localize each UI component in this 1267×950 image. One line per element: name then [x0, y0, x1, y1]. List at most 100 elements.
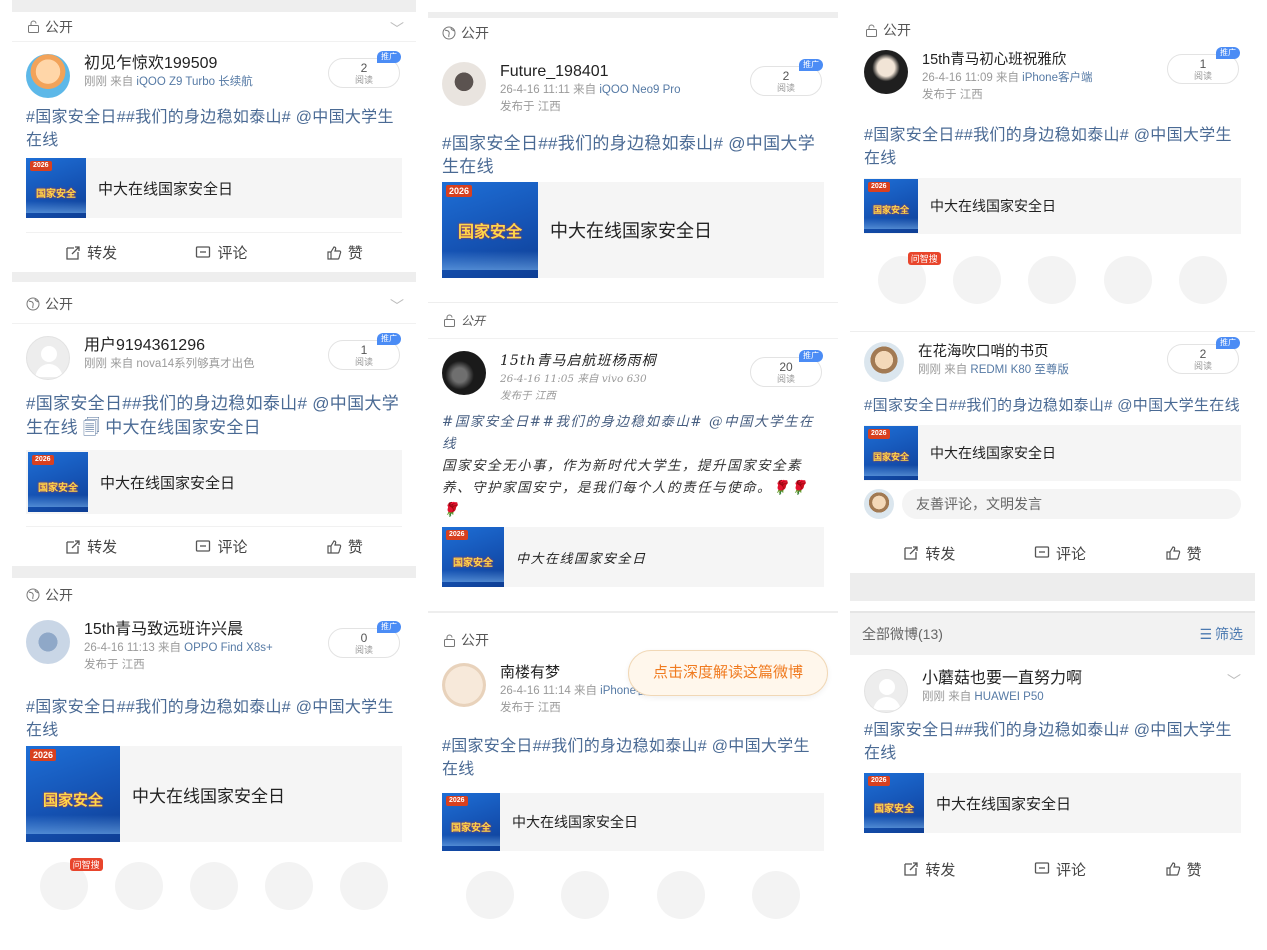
globe-icon — [442, 26, 456, 40]
forward-button[interactable]: 转发 — [65, 242, 117, 263]
thumbs-up-icon — [327, 245, 342, 260]
comment-button[interactable]: 评论 — [1034, 859, 1086, 880]
moments-share-button[interactable] — [561, 871, 610, 919]
link-card[interactable]: 2026 国家安全 中大在线国家安全日 — [864, 425, 1241, 481]
post-body[interactable]: #国家安全日##我们的身边稳如泰山# @中国大学生在线 — [864, 124, 1241, 170]
lock-icon — [442, 314, 456, 328]
save-image-button[interactable] — [340, 862, 389, 910]
forward-icon — [66, 245, 80, 260]
post-card[interactable]: 小蘑菇也要一直努力啊 刚刚 来自 HUAWEI P50 ﹀ #国家安全日##我们… — [850, 655, 1255, 889]
link-card[interactable]: 2026 国家安全 中大在线国家安全日 — [26, 158, 402, 218]
link-title: 中大在线国家安全日 — [516, 551, 647, 567]
chevron-down-icon[interactable]: ﹀ — [390, 296, 404, 316]
forward-button[interactable]: 转发 — [903, 859, 955, 880]
link-card[interactable]: 2026 国家安全 中大在线国家安全日 — [26, 450, 402, 514]
post-body[interactable]: #国家安全日##我们的身边稳如泰山# @中国大学生在线 — [442, 132, 824, 178]
like-button[interactable]: 赞 — [1165, 543, 1202, 564]
read-count-badge: 推广 2 阅读 — [328, 51, 401, 88]
link-thumbnail: 2026 国家安全 — [864, 179, 918, 233]
post-card[interactable]: 公开 15th青马启航班杨雨桐 26-4-16 11:05 来自 vivo 63… — [428, 302, 838, 587]
wechat-share-button[interactable] — [953, 256, 1002, 304]
save-image-button[interactable] — [1179, 256, 1228, 304]
like-button[interactable]: 赞 — [326, 242, 363, 263]
device-link[interactable]: iQOO Neo9 Pro — [599, 84, 680, 96]
username[interactable]: 小蘑菇也要一直努力啊 — [922, 669, 1241, 689]
post-card[interactable]: 公开 Future_198401 26-4-16 11:11 来自 iQOO N… — [428, 18, 838, 278]
comment-button[interactable]: 评论 — [195, 536, 248, 557]
avatar[interactable] — [26, 620, 70, 664]
search-share-button[interactable]: 问智搜 — [877, 252, 941, 304]
visibility-row: 公开 ﹀ — [12, 284, 416, 324]
post-body[interactable]: #国家安全日##我们的身边稳如泰山# @中国大学生在线 🗐 中大在线国家安全日 — [26, 392, 402, 440]
link-card[interactable]: 2026 国家安全 中大在线国家安全日 — [442, 527, 824, 587]
comment-button[interactable]: 评论 — [1034, 543, 1086, 564]
comment-button[interactable]: 评论 — [195, 242, 248, 263]
save-image-button[interactable] — [752, 871, 801, 919]
wechat-share-button[interactable] — [465, 871, 514, 919]
post-body[interactable]: #国家安全日##我们的身边稳如泰山# @中国大学生在线 — [26, 106, 402, 152]
avatar[interactable] — [864, 50, 908, 94]
visibility-label: 公开 — [461, 632, 489, 648]
promo-badge[interactable]: 推广 — [1216, 337, 1240, 349]
post-card[interactable]: 公开 ﹀ 初见乍惊欢199509 刚刚 来自 iQOO Z9 Turbo 长续航… — [12, 12, 416, 272]
link-card[interactable]: 2026 国家安全 中大在线国家安全日 — [26, 746, 402, 842]
post-card[interactable]: 公开 15th青马致远班许兴晨 26-4-16 11:13 来自 OPPO Fi… — [12, 578, 416, 916]
visibility-label: 公开 — [461, 314, 486, 328]
divider — [12, 0, 416, 12]
qq-share-button[interactable] — [1103, 256, 1152, 304]
promo-badge[interactable]: 推广 — [377, 51, 401, 63]
lock-icon — [864, 23, 878, 37]
visibility-label: 公开 — [45, 18, 73, 35]
moments-share-button[interactable] — [189, 862, 238, 910]
device-link[interactable]: HUAWEI P50 — [974, 691, 1043, 703]
post-card[interactable]: 公开 ﹀ 用户9194361296 刚刚 来自 nova14系列够真才出色 推广… — [12, 284, 416, 566]
like-button[interactable]: 赞 — [326, 536, 363, 557]
promo-badge[interactable]: 推广 — [1216, 47, 1240, 59]
like-button[interactable]: 赞 — [1165, 859, 1202, 880]
link-card[interactable]: 2026 国家安全 中大在线国家安全日 — [442, 793, 824, 851]
avatar[interactable] — [26, 54, 70, 98]
link-card[interactable]: 2026 国家安全 中大在线国家安全日 — [864, 178, 1241, 234]
post-body[interactable]: #国家安全日##我们的身边稳如泰山# @中国大学生在线 — [26, 696, 402, 742]
post-body[interactable]: #国家安全日##我们的身边稳如泰山# @中国大学生在线 — [864, 719, 1241, 765]
read-count-badge: 推广 2 阅读 — [750, 59, 823, 96]
post-hashtags[interactable]: #国家安全日##我们的身边稳如泰山# @中国大学生在线 — [442, 414, 814, 452]
avatar[interactable] — [864, 669, 908, 713]
filter-button[interactable]: ☰ 筛选 — [1199, 624, 1243, 644]
forward-button[interactable]: 转发 — [903, 543, 955, 564]
chevron-down-icon[interactable]: ﹀ — [1227, 671, 1241, 691]
promo-badge[interactable]: 推广 — [799, 59, 823, 71]
post-card[interactable]: 公开 15th青马初心班祝雅欣 26-4-16 11:09 来自 iPhone客… — [850, 16, 1255, 310]
device-link[interactable]: OPPO Find X8s+ — [184, 642, 273, 654]
device-link[interactable]: iPhone客户端 — [1022, 72, 1092, 84]
link-card[interactable]: 2026 国家安全 中大在线国家安全日 — [864, 773, 1241, 833]
post-body[interactable]: #国家安全日##我们的身边稳如泰山# @中国大学生在线 — [864, 394, 1241, 417]
promo-badge[interactable]: 推广 — [377, 621, 401, 633]
forward-button[interactable]: 转发 — [65, 536, 117, 557]
share-badge: 问智搜 — [907, 252, 941, 265]
post-meta: 刚刚 来自 HUAWEI P50 — [922, 691, 1044, 703]
avatar[interactable] — [442, 62, 486, 106]
avatar[interactable] — [442, 663, 486, 707]
search-share-button[interactable]: 问智搜 — [39, 858, 103, 910]
avatar[interactable] — [26, 336, 70, 380]
post-body[interactable]: #国家安全日##我们的身边稳如泰山# @中国大学生在线 — [442, 735, 824, 781]
avatar[interactable] — [442, 351, 486, 395]
moments-share-button[interactable] — [1028, 256, 1077, 304]
comment-icon — [1034, 546, 1050, 558]
link-card[interactable]: 2026 国家安全 中大在线国家安全日 — [442, 182, 824, 278]
qq-share-button[interactable] — [656, 871, 705, 919]
post-body[interactable]: #国家安全日##我们的身边稳如泰山# @中国大学生在线 国家安全无小事，作为新时… — [442, 411, 824, 521]
deep-read-button[interactable]: 点击深度解读这篇微博 — [628, 650, 828, 696]
post-card[interactable]: 在花海吹口哨的书页 刚刚 来自 REDMI K80 至尊版 推广 2 阅读 #国… — [850, 332, 1255, 573]
device-link[interactable]: iQOO Z9 Turbo 长续航 — [136, 76, 252, 88]
wechat-share-button[interactable] — [114, 862, 163, 910]
avatar[interactable] — [864, 342, 904, 382]
device-link[interactable]: REDMI K80 至尊版 — [970, 364, 1068, 376]
chevron-down-icon[interactable]: ﹀ — [390, 19, 404, 39]
comment-input[interactable]: 友善评论，文明发言 — [902, 489, 1241, 519]
promo-badge[interactable]: 推广 — [799, 350, 823, 362]
qq-share-button[interactable] — [265, 862, 314, 910]
promo-badge[interactable]: 推广 — [377, 333, 401, 345]
